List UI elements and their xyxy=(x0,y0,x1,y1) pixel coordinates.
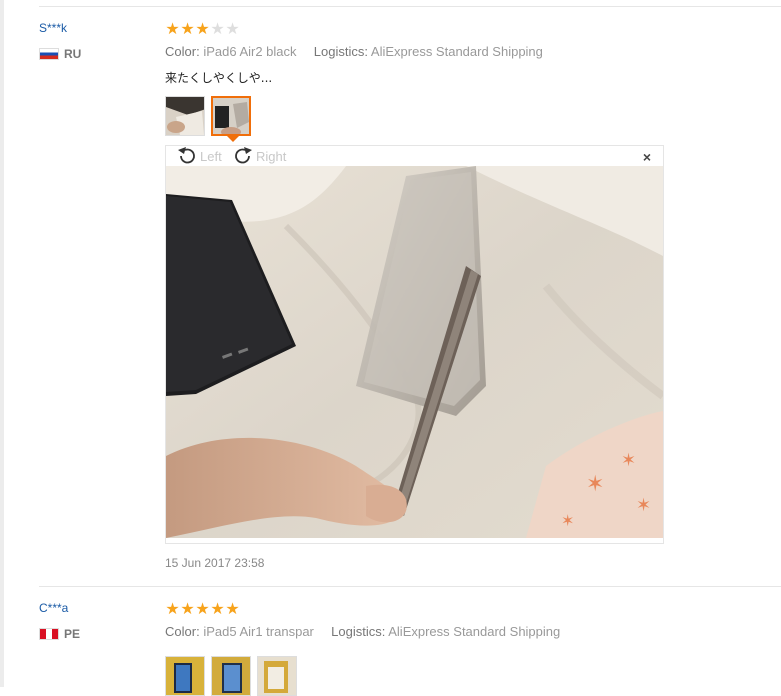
thumbnail-pointer-icon xyxy=(227,136,239,142)
logistics-label: Logistics: xyxy=(313,44,368,59)
photo-image: ✶ ✶ ✶ ✶ xyxy=(166,166,663,538)
rotate-left-button[interactable]: Left xyxy=(176,147,222,165)
star-filled-icon: ★ xyxy=(195,599,210,618)
page-left-border xyxy=(0,0,4,687)
svg-text:✶: ✶ xyxy=(561,511,574,530)
rating-stars: ★ ★ ★ ★ ★ xyxy=(165,21,240,37)
star-filled-icon: ★ xyxy=(165,19,180,38)
star-filled-icon: ★ xyxy=(180,599,195,618)
review-thumbnail[interactable] xyxy=(165,96,205,136)
star-filled-icon: ★ xyxy=(210,599,225,618)
star-empty-icon: ★ xyxy=(225,19,240,38)
svg-text:✶: ✶ xyxy=(621,450,636,471)
close-viewer-button[interactable]: × xyxy=(643,149,651,165)
viewer-toolbar: Left Right × xyxy=(166,146,663,166)
review-meta: Color: iPad6 Air2 black Logistics: AliEx… xyxy=(165,44,543,59)
svg-text:✶: ✶ xyxy=(586,472,604,497)
rotate-left-icon xyxy=(178,147,195,164)
star-filled-icon: ★ xyxy=(225,599,240,618)
review-thumbnail[interactable] xyxy=(165,656,205,696)
logistics-value: AliExpress Standard Shipping xyxy=(370,44,543,59)
review-meta: Color: iPad5 Air1 transpar Logistics: Al… xyxy=(165,624,560,639)
divider-top xyxy=(39,6,781,7)
reviewer-name[interactable]: C***a xyxy=(39,601,68,615)
rotate-right-icon xyxy=(235,147,252,164)
reviewer-country: RU xyxy=(39,47,81,61)
rotate-right-button[interactable]: Right xyxy=(232,147,286,165)
flag-pe-icon xyxy=(39,628,59,640)
star-filled-icon: ★ xyxy=(180,19,195,38)
review-text: 来たくしやくしや... xyxy=(165,71,273,85)
review-thumbnail[interactable] xyxy=(257,656,297,696)
divider-reviews xyxy=(39,586,781,587)
star-filled-icon: ★ xyxy=(195,19,210,38)
star-empty-icon: ★ xyxy=(210,19,225,38)
country-code: PE xyxy=(64,627,81,641)
color-value: iPad6 Air2 black xyxy=(203,44,297,59)
star-filled-icon: ★ xyxy=(165,599,180,618)
review-date: 15 Jun 2017 23:58 xyxy=(165,556,265,570)
logistics-label: Logistics: xyxy=(331,624,386,639)
flag-ru-icon xyxy=(39,48,59,60)
rotate-left-label: Left xyxy=(200,148,222,164)
color-value: iPad5 Air1 transpar xyxy=(203,624,314,639)
color-label: Color: xyxy=(165,44,200,59)
logistics-value: AliExpress Standard Shipping xyxy=(388,624,561,639)
country-code: RU xyxy=(64,47,82,61)
review-thumbnail-selected[interactable] xyxy=(211,96,251,136)
reviewer-name[interactable]: S***k xyxy=(39,21,67,35)
rating-stars: ★ ★ ★ ★ ★ xyxy=(165,601,240,617)
color-label: Color: xyxy=(165,624,200,639)
review-thumbnail[interactable] xyxy=(211,656,251,696)
reviewer-country: PE xyxy=(39,627,80,641)
rotate-right-label: Right xyxy=(256,148,287,164)
svg-text:✶: ✶ xyxy=(636,495,651,516)
image-viewer: Left Right × ✶ ✶ ✶ ✶ xyxy=(165,145,664,544)
review-photo: ✶ ✶ ✶ ✶ xyxy=(166,166,663,538)
